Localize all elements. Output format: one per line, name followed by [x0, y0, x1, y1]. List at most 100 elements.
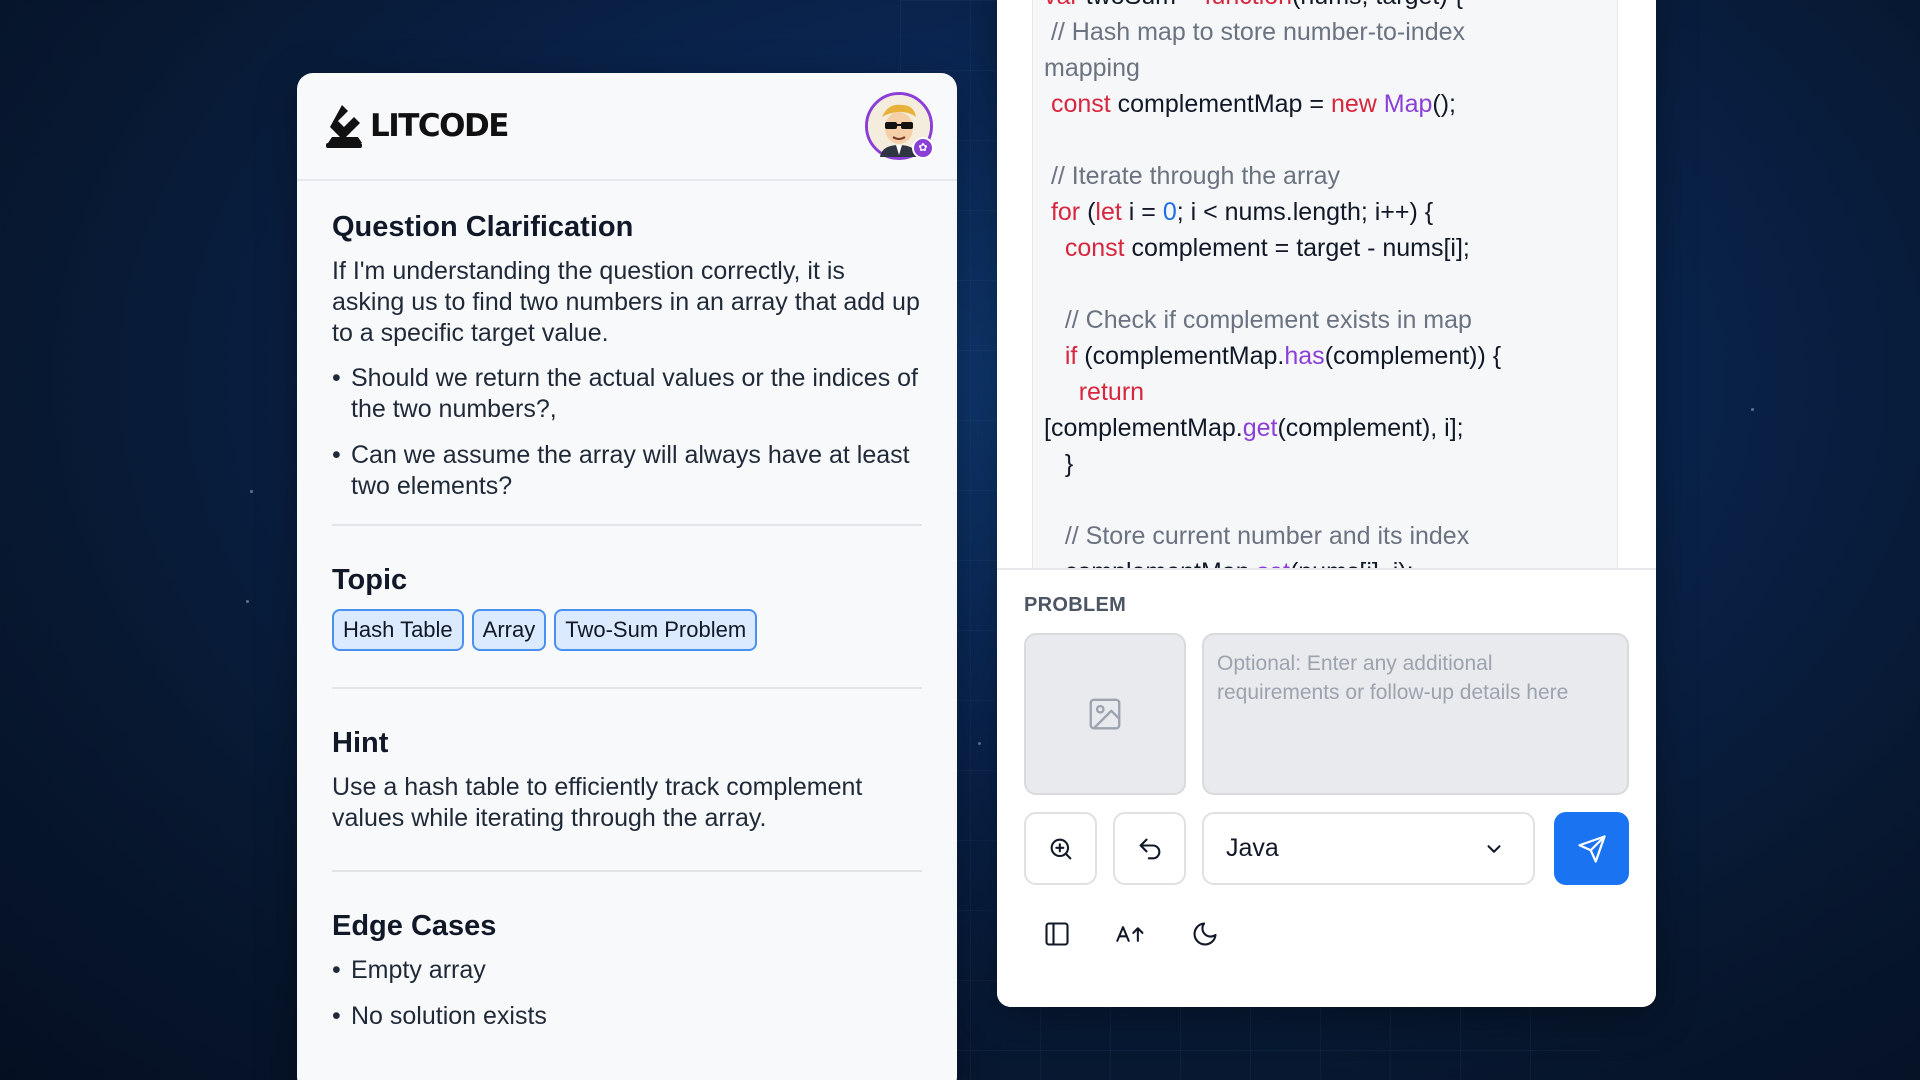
submit-button[interactable] — [1554, 812, 1629, 885]
code-token: (complement), i]; — [1277, 414, 1464, 442]
background-dot — [250, 490, 253, 493]
code-line: // Iterate through the array — [1044, 158, 1617, 194]
code-token: (complementMap. — [1084, 342, 1285, 370]
code-editor[interactable]: var twoSum = function(nums, target) { //… — [1032, 0, 1618, 568]
panel-body: Question Clarification If I'm understand… — [297, 181, 957, 1032]
sidebar-toggle-icon — [1045, 922, 1069, 946]
premium-badge-icon: ✿ — [912, 137, 934, 159]
code-token: new — [1330, 90, 1384, 118]
background-dot — [1751, 408, 1754, 411]
code-token: complement = target - nums[i]; — [1131, 234, 1470, 262]
code-token: for — [1050, 198, 1088, 226]
code-token: if — [1064, 342, 1085, 370]
code-token: (); — [1432, 90, 1457, 118]
avatar[interactable]: ✿ — [865, 92, 934, 160]
zoom-in-button[interactable] — [1024, 812, 1097, 885]
code-token: get — [1242, 414, 1278, 442]
image-upload-button[interactable] — [1024, 633, 1186, 795]
sidebar-toggle-button[interactable] — [1037, 914, 1077, 954]
code-line: const complement = target - nums[i]; — [1044, 230, 1617, 266]
code-line: // Store current number and its index — [1044, 518, 1617, 554]
edge-cases-title: Edge Cases — [332, 910, 497, 942]
theme-toggle-button[interactable] — [1185, 914, 1225, 954]
brand-logo[interactable]: LITCODE — [324, 103, 509, 149]
code-token: // Check if complement exists in map — [1044, 306, 1472, 334]
hint-text: Use a hash table to efficiently track co… — [332, 773, 863, 832]
code-token: i = — [1128, 198, 1163, 226]
code-token: ; i < nums.length; i++) { — [1176, 198, 1434, 226]
background-dot — [978, 742, 981, 745]
code-line: return — [1044, 374, 1617, 410]
divider — [332, 524, 922, 526]
code-line: const complementMap = new Map(); — [1044, 86, 1617, 122]
code-line: complementMap.set(nums[i], i); — [1044, 554, 1617, 568]
font-size-icon — [1116, 926, 1144, 942]
clarification-title: Question Clarification — [332, 211, 634, 243]
panel-header: LITCODE ✿ — [297, 73, 957, 181]
brand-name: LITCODE — [370, 108, 509, 144]
code-token: return — [1078, 378, 1145, 406]
problem-label: PROBLEM — [1024, 594, 1127, 616]
undo-button[interactable] — [1113, 812, 1186, 885]
edge-cases-list: Empty array No solution exists — [332, 955, 922, 1032]
tag-two-sum-problem[interactable]: Two-Sum Problem — [554, 609, 758, 651]
code-line: var twoSum = function(nums, target) { — [1044, 0, 1617, 14]
code-token: set — [1257, 558, 1290, 568]
divider — [332, 687, 922, 689]
code-token: var — [1044, 0, 1086, 10]
list-item: Can we assume the array will always have… — [332, 440, 922, 502]
background-dot — [246, 600, 249, 603]
code-token: let — [1095, 198, 1129, 226]
code-token: const — [1064, 234, 1132, 262]
topic-tags: Hash Table Array Two-Sum Problem — [332, 609, 922, 651]
chevron-down-icon — [1487, 844, 1501, 853]
code-block: var twoSum = function(nums, target) { //… — [1033, 0, 1617, 568]
code-line: // Hash map to store number-to-index — [1044, 14, 1617, 50]
hint-title: Hint — [332, 727, 389, 759]
code-token: (complement)) { — [1324, 342, 1502, 370]
code-line: if (complementMap.has(complement)) { — [1044, 338, 1617, 374]
code-token: 0 — [1162, 198, 1177, 226]
divider — [332, 870, 922, 872]
undo-icon — [1139, 838, 1160, 859]
code-token: [complementMap. — [1044, 414, 1243, 442]
problem-section: PROBLEM Java — [997, 568, 1656, 1007]
code-line: } — [1044, 446, 1617, 482]
tag-hash-table[interactable]: Hash Table — [332, 609, 464, 651]
code-line: // Check if complement exists in map — [1044, 302, 1617, 338]
code-line: for (let i = 0; i < nums.length; i++) { — [1044, 194, 1617, 230]
code-token: // Store current number and its index — [1044, 522, 1470, 550]
code-token: (nums, target) { — [1292, 0, 1463, 10]
code-line: mapping — [1044, 50, 1617, 86]
code-token: function — [1205, 0, 1293, 10]
language-select[interactable]: Java — [1202, 812, 1535, 885]
code-token: complementMap. — [1044, 558, 1257, 568]
code-token: Map — [1383, 90, 1433, 118]
list-item: Should we return the actual values or th… — [332, 363, 922, 425]
zoom-in-icon — [1050, 838, 1071, 859]
code-token: mapping — [1044, 54, 1140, 82]
list-item: Empty array — [332, 955, 922, 986]
solution-panel: var twoSum = function(nums, target) { //… — [997, 0, 1656, 1007]
topic-title: Topic — [332, 564, 408, 596]
code-token: has — [1284, 342, 1325, 370]
code-token: } — [1044, 450, 1074, 478]
code-token: complementMap = — [1117, 90, 1331, 118]
send-icon — [1577, 834, 1606, 863]
clarification-list: Should we return the actual values or th… — [332, 363, 922, 502]
code-line: [complementMap.get(complement), i]; — [1044, 410, 1617, 446]
tag-array[interactable]: Array — [471, 609, 547, 651]
list-item: No solution exists — [332, 1001, 922, 1032]
language-value: Java — [1226, 834, 1279, 862]
question-panel: LITCODE ✿ Question Clarification If I'm … — [297, 73, 957, 1080]
requirements-input[interactable] — [1202, 633, 1629, 795]
image-icon — [1089, 698, 1121, 730]
font-size-button[interactable] — [1111, 914, 1151, 954]
